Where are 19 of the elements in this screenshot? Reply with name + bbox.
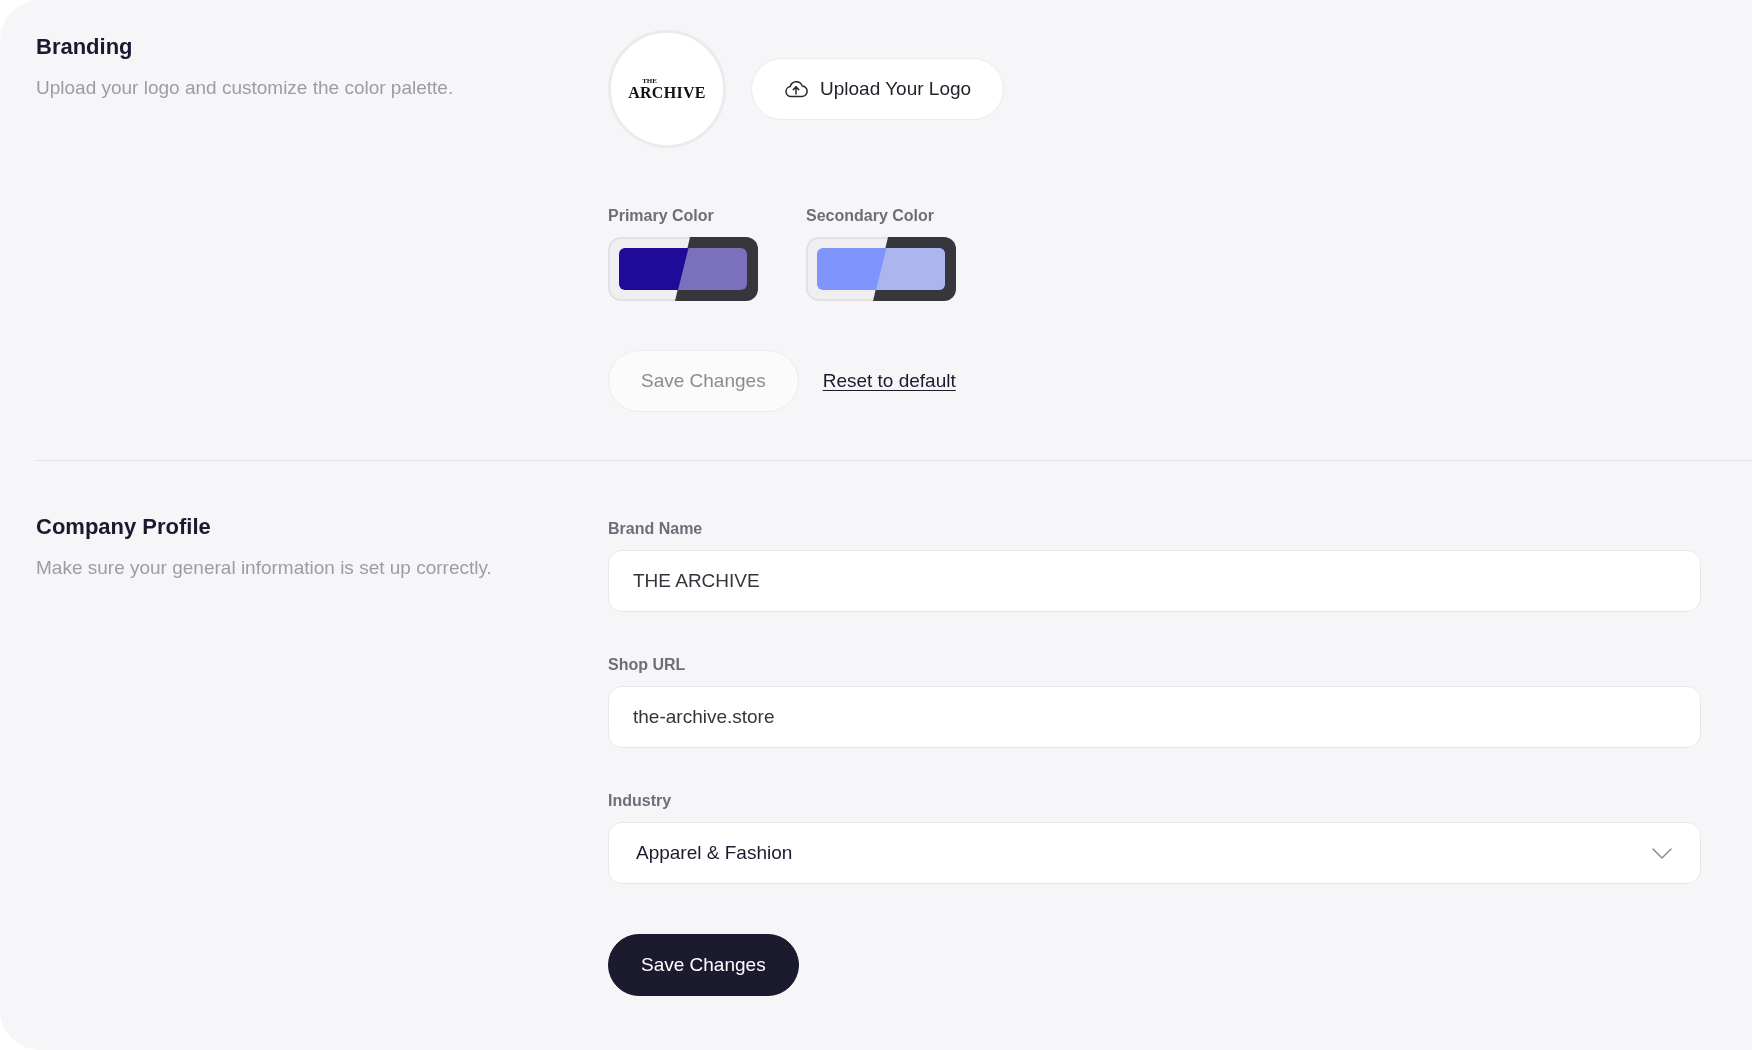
color-swatch-icon[interactable] — [806, 237, 956, 301]
dropdown[interactable]: Apparel & Fashion — [608, 822, 1701, 884]
save-button[interactable]: Save Changes — [608, 934, 799, 996]
text-input[interactable]: the-archive.store — [608, 686, 1701, 748]
field-label: Brand Name — [608, 519, 703, 539]
chevron-down-icon — [1652, 847, 1672, 859]
section-description: Upload your logo and customize the color palette. — [36, 76, 454, 100]
section-title: Company Profile — [36, 513, 211, 541]
section-title: Branding — [36, 33, 133, 61]
text-input[interactable]: THE ARCHIVE — [608, 550, 1701, 612]
section-description: Make sure your general information is set up correctly. — [36, 556, 492, 580]
upload-logo-button[interactable]: Upload Your Logo — [751, 58, 1005, 120]
field-label: Industry — [608, 791, 672, 811]
color-label: Secondary Color — [806, 206, 935, 226]
logo-wordmark: ARCHIVE — [628, 85, 706, 101]
field-label: Shop URL — [608, 655, 686, 675]
color-label: Primary Color — [608, 206, 714, 226]
color-swatch-icon[interactable] — [608, 237, 758, 301]
reset-link[interactable]: Reset to default — [822, 370, 956, 392]
